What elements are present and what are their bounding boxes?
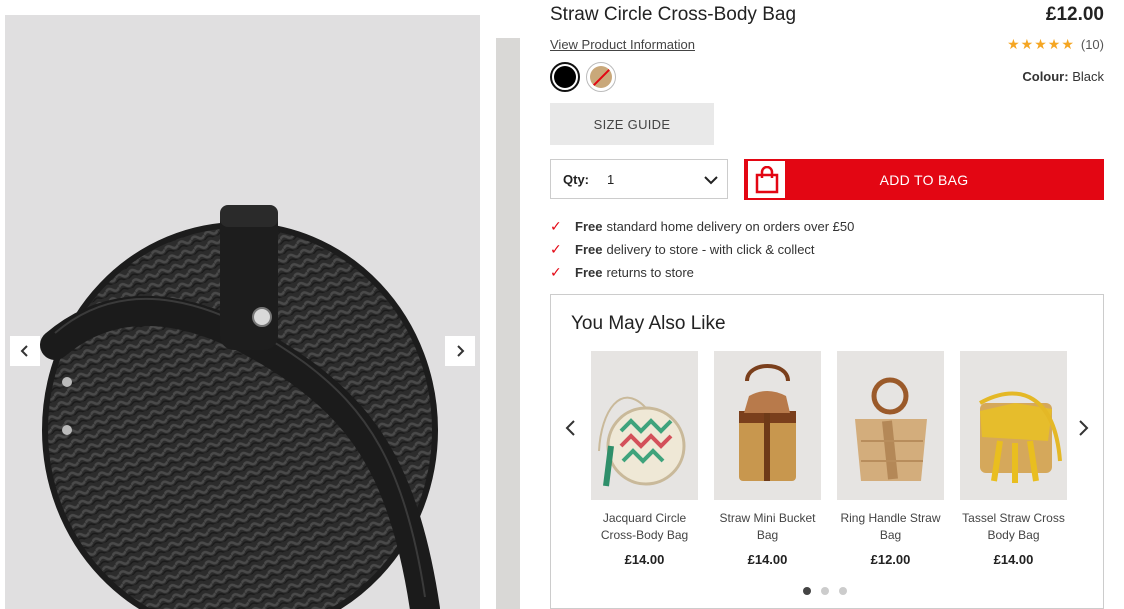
product-card-image xyxy=(591,351,698,500)
product-image-gallery xyxy=(5,15,480,609)
swatch-black-dot xyxy=(554,66,576,88)
gallery-prev-button[interactable] xyxy=(10,336,40,366)
carousel-next-icon[interactable] xyxy=(1075,419,1091,437)
benefit-item: ✓ Free standard home delivery on orders … xyxy=(550,215,854,238)
benefit-bold: Free xyxy=(575,219,603,234)
carousel-dot[interactable] xyxy=(839,587,847,595)
benefit-text: delivery to store - with click & collect xyxy=(606,242,815,257)
view-product-information-link[interactable]: View Product Information xyxy=(550,37,695,52)
benefit-text: standard home delivery on orders over £5… xyxy=(606,219,855,234)
product-card-price: £14.00 xyxy=(993,552,1034,567)
check-icon: ✓ xyxy=(550,241,562,257)
carousel-pagination xyxy=(803,587,847,595)
product-card-image xyxy=(714,351,821,500)
add-to-bag-button[interactable]: ADD TO BAG xyxy=(744,159,1104,200)
product-title: Straw Circle Cross-Body Bag xyxy=(550,4,797,25)
product-card-price: £12.00 xyxy=(870,552,911,567)
product-card[interactable]: Tassel Straw Cross Body Bag £14.00 xyxy=(960,351,1067,567)
product-card-image xyxy=(960,351,1067,500)
product-card[interactable]: Straw Mini Bucket Bag £14.00 xyxy=(714,351,821,567)
benefit-item: ✓ Free returns to store xyxy=(550,261,854,284)
product-image xyxy=(40,205,440,609)
product-card-image xyxy=(837,351,944,500)
swatch-natural-dot xyxy=(590,66,612,88)
product-card-name: Jacquard Circle Cross-Body Bag xyxy=(600,511,689,542)
star-rating-icon: ★★★★★ xyxy=(1007,36,1075,52)
you-may-also-like-panel: You May Also Like Jacquard Circle Cross-… xyxy=(550,294,1104,609)
carousel-prev-icon[interactable] xyxy=(563,419,579,437)
benefit-item: ✓ Free delivery to store - with click & … xyxy=(550,238,854,261)
qty-value: 1 xyxy=(607,171,615,187)
add-to-bag-label: ADD TO BAG xyxy=(879,171,969,188)
qty-label: Qty: xyxy=(563,171,589,187)
swatch-natural[interactable] xyxy=(586,62,616,92)
carousel-dot[interactable] xyxy=(821,587,829,595)
gallery-next-button[interactable] xyxy=(445,336,475,366)
product-card-name: Ring Handle Straw Bag xyxy=(840,511,941,542)
shopping-bag-icon xyxy=(748,161,785,198)
benefit-bold: Free xyxy=(575,242,603,257)
colour-info: Colour: Black xyxy=(1022,69,1104,84)
chevron-right-icon xyxy=(457,345,465,357)
swatch-black[interactable] xyxy=(550,62,580,92)
product-card-name: Tassel Straw Cross Body Bag xyxy=(962,511,1065,542)
delivery-benefits: ✓ Free standard home delivery on orders … xyxy=(550,215,854,284)
rating-count: (10) xyxy=(1080,37,1104,52)
colour-label: Colour: xyxy=(1022,69,1069,84)
benefit-text: returns to store xyxy=(606,265,694,280)
ymal-title: You May Also Like xyxy=(571,313,726,334)
product-rating[interactable]: ★★★★★ (10) xyxy=(1007,36,1104,53)
product-card-price: £14.00 xyxy=(624,552,665,567)
chevron-left-icon xyxy=(20,345,28,357)
chevron-down-icon xyxy=(704,176,718,185)
product-price: £12.00 xyxy=(1045,4,1104,25)
product-card[interactable]: Ring Handle Straw Bag £12.00 xyxy=(837,351,944,567)
product-card-name: Straw Mini Bucket Bag xyxy=(719,511,816,542)
size-guide-button[interactable]: SIZE GUIDE xyxy=(550,103,714,145)
quantity-select[interactable]: Qty: 1 xyxy=(550,159,728,199)
colour-value: Black xyxy=(1072,69,1104,84)
product-card-price: £14.00 xyxy=(747,552,788,567)
check-icon: ✓ xyxy=(550,264,562,280)
colour-swatches xyxy=(550,62,616,92)
benefit-bold: Free xyxy=(575,265,603,280)
product-card[interactable]: Jacquard Circle Cross-Body Bag £14.00 xyxy=(591,351,698,567)
check-icon: ✓ xyxy=(550,218,562,234)
next-image-peek xyxy=(496,38,520,609)
carousel-dot[interactable] xyxy=(803,587,811,595)
